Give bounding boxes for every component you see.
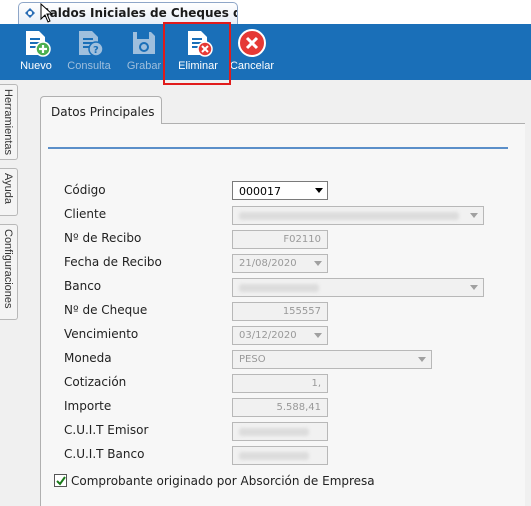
cheque-label: Nº de Cheque [64,303,148,317]
vencimiento-value: 03/12/2020 [239,330,297,341]
side-tab-herramientas-label: Herramientas [2,89,14,156]
absorcion-label: Comprobante originado por Absorción de E… [71,474,375,488]
cheque-field[interactable]: 155557 [232,302,328,321]
query-button[interactable]: ? Consulta [64,24,114,80]
cliente-label: Cliente [64,207,107,221]
side-tab-ayuda[interactable]: Ayuda [0,168,18,216]
side-tab-ayuda-label: Ayuda [2,173,14,204]
side-tab-configuraciones[interactable]: Configuraciones [0,224,18,320]
chevron-down-icon [418,357,426,362]
moneda-select[interactable]: PESO [232,350,432,369]
mouse-cursor-icon [40,3,54,23]
cuit-emisor-label: C.U.I.T Emisor [64,423,149,437]
moneda-label: Moneda [64,351,112,365]
vencimiento-field[interactable]: 03/12/2020 [232,326,328,345]
new-document-icon [26,31,51,57]
fecha-recibo-label: Fecha de Recibo [64,255,162,269]
moneda-value: PESO [239,354,266,365]
redacted-value [239,212,459,220]
save-button[interactable]: Grabar [122,24,166,80]
fecha-recibo-value: 21/08/2020 [239,258,297,269]
codigo-select[interactable]: 000017 [232,181,328,200]
importe-value: 5.588,41 [276,402,321,413]
recibo-label: Nº de Recibo [64,231,142,245]
chevron-down-icon [314,261,322,266]
recibo-value: F02110 [283,234,321,245]
chevron-down-icon [314,333,322,338]
cotizacion-value: 1, [311,378,321,389]
cancel-icon [238,29,266,57]
vencimiento-label: Vencimiento [64,327,139,341]
new-button-label: Nuevo [20,60,52,72]
cheque-value: 155557 [282,306,321,317]
window-title: Saldos Iniciales de Cheques de Te... [41,6,237,20]
cliente-select[interactable] [232,206,484,225]
checkmark-icon [56,476,66,486]
codigo-value: 000017 [239,185,281,198]
fecha-recibo-field[interactable]: 21/08/2020 [232,254,328,273]
cuit-emisor-field[interactable] [232,422,328,441]
cancel-button-label: Cancelar [229,60,275,72]
cuit-banco-field[interactable] [232,446,328,465]
banco-select[interactable] [232,278,484,297]
query-button-label: Consulta [67,60,111,72]
redacted-value [239,284,319,292]
cuit-banco-label: C.U.I.T Banco [64,447,145,461]
recibo-field[interactable]: F02110 [232,230,328,249]
cotizacion-label: Cotización [64,375,127,389]
tab-datos-principales-label: Datos Principales [51,105,155,119]
importe-field[interactable]: 5.588,41 [232,398,328,417]
save-button-label: Grabar [126,60,162,72]
highlight-box [163,22,231,85]
query-icon: ? [79,31,104,57]
codigo-label: Código [64,183,106,197]
redacted-value [239,452,309,460]
side-tab-configuraciones-label: Configuraciones [2,229,14,309]
tab-bar: Saldos Iniciales de Cheques de Te... [0,0,531,24]
redacted-value [239,428,309,436]
chevron-down-icon [470,285,478,290]
section-divider [48,147,508,149]
chevron-down-icon [470,213,478,218]
tab-datos-principales[interactable]: Datos Principales [40,96,162,124]
importe-label: Importe [64,399,112,413]
cancel-button[interactable]: Cancelar [228,24,276,80]
chevron-down-icon [315,188,323,193]
absorcion-checkbox[interactable] [54,474,67,487]
new-button[interactable]: Nuevo [14,24,58,80]
toolbar: Nuevo ? Consulta Grabar Eliminar Cancela… [0,24,531,80]
svg-text:?: ? [93,45,99,56]
cotizacion-field[interactable]: 1, [232,374,328,393]
document-tab-icon [25,8,35,18]
banco-label: Banco [64,279,102,293]
save-disk-icon [133,32,155,54]
side-tab-herramientas[interactable]: Herramientas [0,84,18,160]
